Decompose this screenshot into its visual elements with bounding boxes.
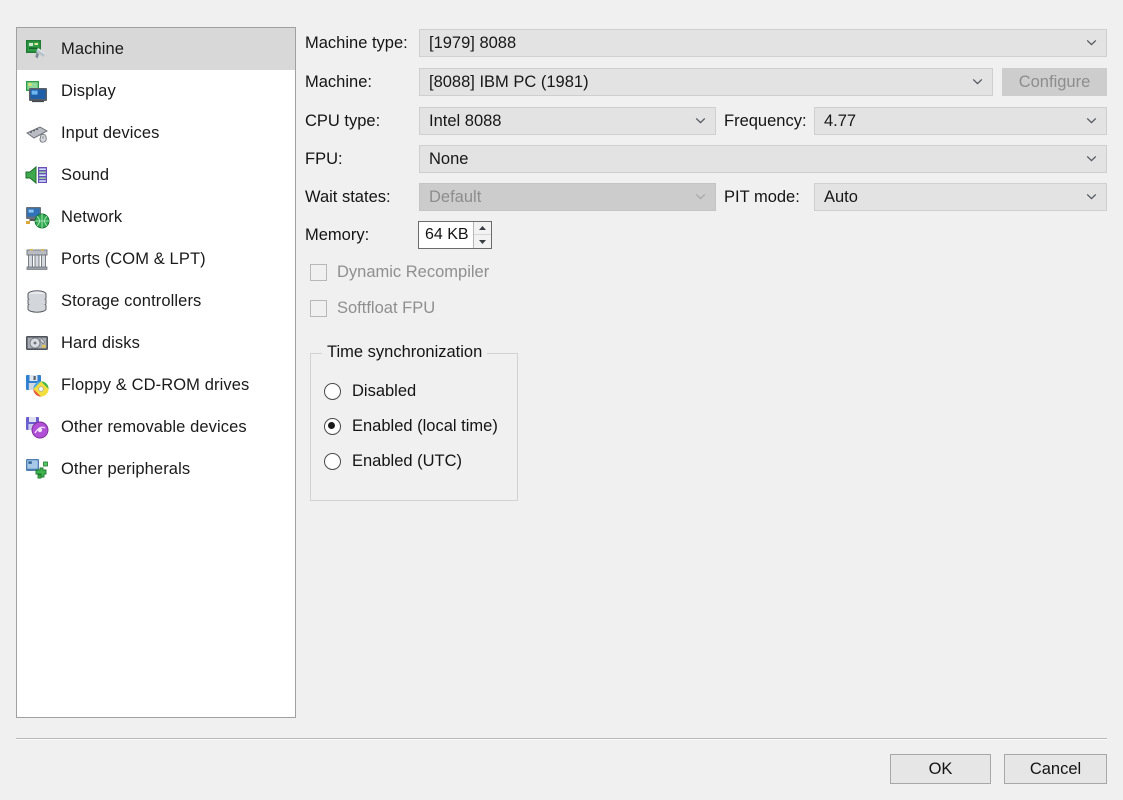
- sidebar-item-machine[interactable]: Machine: [17, 28, 295, 70]
- floppy-cdrom-icon: [24, 372, 50, 398]
- memory-value[interactable]: 64 KB: [419, 222, 473, 248]
- configure-button-label: Configure: [1018, 72, 1091, 91]
- frequency-label: Frequency:: [724, 111, 807, 130]
- chevron-down-icon: [1086, 115, 1097, 126]
- radio-label: Disabled: [352, 382, 417, 400]
- fpu-combobox[interactable]: None: [419, 145, 1107, 173]
- sidebar-item-label: Network: [61, 207, 123, 226]
- machine-label: Machine:: [305, 72, 372, 91]
- input-devices-icon: [24, 120, 50, 146]
- dynamic-recompiler-label: Dynamic Recompiler: [337, 263, 490, 281]
- pit-mode-label: PIT mode:: [724, 187, 800, 206]
- sidebar-item-label: Ports (COM & LPT): [61, 249, 206, 268]
- chevron-down-icon: [695, 115, 706, 126]
- machine-settings-dialog: Machine Display Input devices Sound Netw…: [0, 0, 1123, 800]
- wait-states-combobox[interactable]: Default: [419, 183, 716, 211]
- time-synchronization-title: Time synchronization: [322, 343, 488, 362]
- footer-separator: [16, 738, 1107, 740]
- frequency-value: 4.77: [824, 111, 857, 130]
- radio-circle: [324, 383, 341, 400]
- sidebar-item-storage-controllers[interactable]: Storage controllers: [17, 280, 295, 322]
- cpu-type-label: CPU type:: [305, 111, 381, 130]
- chevron-down-icon: [972, 76, 983, 87]
- radio-circle: [324, 453, 341, 470]
- sidebar-item-display[interactable]: Display: [17, 70, 295, 112]
- sidebar-item-label: Floppy & CD-ROM drives: [61, 375, 250, 394]
- hard-disks-icon: [24, 330, 50, 356]
- machine-value: [8088] IBM PC (1981): [429, 72, 589, 91]
- sidebar-item-hard-disks[interactable]: Hard disks: [17, 322, 295, 364]
- radio-time-sync-utc[interactable]: Enabled (UTC): [324, 452, 462, 471]
- spinner-down-icon[interactable]: [474, 235, 491, 248]
- machine-type-label: Machine type:: [305, 33, 408, 52]
- sidebar-item-label: Other removable devices: [61, 417, 247, 436]
- settings-category-list[interactable]: Machine Display Input devices Sound Netw…: [16, 27, 296, 718]
- machine-settings-panel: Machine type: [1979] 8088 Machine: [8088…: [305, 27, 1111, 717]
- ok-button[interactable]: OK: [890, 754, 991, 784]
- wait-states-label: Wait states:: [305, 187, 391, 206]
- softfloat-fpu-label: Softfloat FPU: [337, 299, 436, 317]
- cancel-button-label: Cancel: [1029, 759, 1082, 778]
- sidebar-item-network[interactable]: Network: [17, 196, 295, 238]
- checkbox-box: [310, 264, 327, 281]
- sidebar-item-other-removable-devices[interactable]: Other removable devices: [17, 406, 295, 448]
- sidebar-item-label: Input devices: [61, 123, 160, 142]
- spinner-up-icon[interactable]: [474, 222, 491, 235]
- sound-icon: [24, 162, 50, 188]
- other-removable-devices-icon: [24, 414, 50, 440]
- radio-time-sync-local[interactable]: Enabled (local time): [324, 417, 498, 436]
- sidebar-item-ports[interactable]: Ports (COM & LPT): [17, 238, 295, 280]
- sidebar-item-floppy-cdrom[interactable]: Floppy & CD-ROM drives: [17, 364, 295, 406]
- cpu-type-combobox[interactable]: Intel 8088: [419, 107, 716, 135]
- sidebar-item-label: Storage controllers: [61, 291, 202, 310]
- memory-spinner-buttons[interactable]: [473, 222, 491, 248]
- wait-states-value: Default: [429, 187, 482, 206]
- machine-type-combobox[interactable]: [1979] 8088: [419, 29, 1107, 57]
- cpu-type-value: Intel 8088: [429, 111, 502, 130]
- cancel-button[interactable]: Cancel: [1004, 754, 1107, 784]
- machine-icon: [24, 36, 50, 62]
- fpu-label: FPU:: [305, 149, 343, 168]
- chevron-down-icon: [1086, 153, 1097, 164]
- sidebar-item-label: Hard disks: [61, 333, 140, 352]
- radio-time-sync-disabled[interactable]: Disabled: [324, 382, 416, 401]
- pit-mode-combobox[interactable]: Auto: [814, 183, 1107, 211]
- sidebar-item-other-peripherals[interactable]: Other peripherals: [17, 448, 295, 490]
- sidebar-item-label: Display: [61, 81, 116, 100]
- machine-type-value: [1979] 8088: [429, 33, 517, 52]
- sidebar-item-label: Machine: [61, 39, 125, 58]
- frequency-combobox[interactable]: 4.77: [814, 107, 1107, 135]
- pit-mode-value: Auto: [824, 187, 858, 206]
- dynamic-recompiler-checkbox[interactable]: Dynamic Recompiler: [310, 263, 489, 282]
- other-peripherals-icon: [24, 456, 50, 482]
- sidebar-item-input-devices[interactable]: Input devices: [17, 112, 295, 154]
- memory-spinner[interactable]: 64 KB: [418, 221, 492, 249]
- machine-combobox[interactable]: [8088] IBM PC (1981): [419, 68, 993, 96]
- storage-controllers-icon: [24, 288, 50, 314]
- memory-label: Memory:: [305, 225, 370, 244]
- configure-button[interactable]: Configure: [1002, 68, 1107, 96]
- sidebar-item-label: Sound: [61, 165, 110, 184]
- display-icon: [24, 78, 50, 104]
- time-synchronization-group: Time synchronization Disabled Enabled (l…: [310, 343, 518, 501]
- chevron-down-icon: [695, 191, 706, 202]
- radio-circle-selected: [324, 418, 341, 435]
- chevron-down-icon: [1086, 191, 1097, 202]
- radio-label: Enabled (UTC): [352, 452, 463, 470]
- chevron-down-icon: [1086, 37, 1097, 48]
- ok-button-label: OK: [928, 759, 953, 778]
- checkbox-box: [310, 300, 327, 317]
- sidebar-item-sound[interactable]: Sound: [17, 154, 295, 196]
- sidebar-item-label: Other peripherals: [61, 459, 191, 478]
- radio-label: Enabled (local time): [352, 417, 498, 435]
- softfloat-fpu-checkbox[interactable]: Softfloat FPU: [310, 299, 435, 318]
- ports-icon: [24, 246, 50, 272]
- fpu-value: None: [429, 149, 469, 168]
- network-icon: [24, 204, 50, 230]
